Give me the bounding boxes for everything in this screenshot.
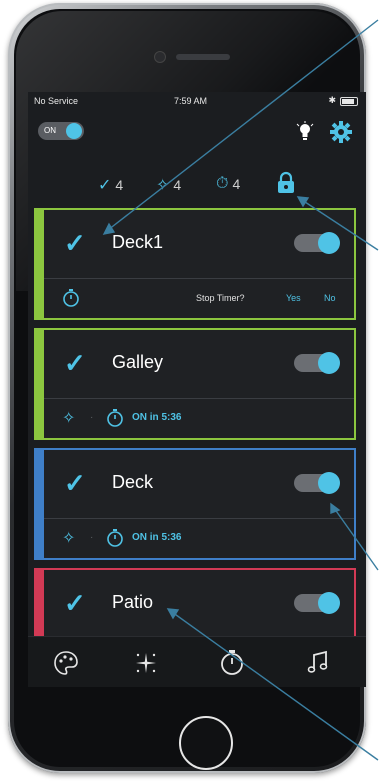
checked-stat: ✓ 4 xyxy=(98,175,123,195)
timer-icon[interactable] xyxy=(218,649,246,677)
music-icon[interactable] xyxy=(304,649,332,677)
gear-icon[interactable] xyxy=(330,121,352,143)
stop-timer-no-button[interactable]: No xyxy=(324,293,336,303)
front-camera xyxy=(154,51,166,63)
timer-icon[interactable] xyxy=(106,409,124,427)
zone-card-deck[interactable]: ✓ Deck ✧ · ON in 5:36 xyxy=(34,448,356,560)
master-power-toggle[interactable]: ON xyxy=(38,122,84,140)
power-toggle-knob xyxy=(66,123,82,139)
zone-timer-row: ✧ · ON in 5:36 xyxy=(62,408,344,430)
sparkle-icon: ✧ xyxy=(156,177,170,194)
zone-timer-row: Stop Timer? Yes No xyxy=(62,288,344,310)
zone-select-check-icon[interactable]: ✓ xyxy=(64,468,86,499)
zone-power-toggle[interactable] xyxy=(294,352,340,374)
zone-timer-text: ON in 5:36 xyxy=(132,412,182,423)
timers-stat: ⏱ 4 xyxy=(216,175,240,193)
toggle-knob xyxy=(318,472,340,494)
bottom-tab-bar xyxy=(28,636,366,687)
power-toggle-label: ON xyxy=(44,126,56,135)
toggle-knob xyxy=(318,232,340,254)
zone-divider xyxy=(44,278,354,279)
timer-icon[interactable] xyxy=(62,289,80,307)
effects-stat: ✧ 4 xyxy=(156,175,181,195)
sparkle-icon[interactable]: ✧ xyxy=(62,408,82,428)
checked-count: 4 xyxy=(115,177,124,193)
zone-color-stripe xyxy=(34,208,44,320)
zone-divider xyxy=(44,518,354,519)
stop-timer-yes-button[interactable]: Yes xyxy=(286,293,301,303)
separator-dot: · xyxy=(90,532,94,543)
zone-color-stripe xyxy=(34,328,44,440)
toggle-knob xyxy=(318,592,340,614)
sparkle-icon[interactable]: ✧ xyxy=(62,528,82,548)
effects-count: 4 xyxy=(173,177,182,193)
palette-icon[interactable] xyxy=(52,649,80,677)
timer-icon: ⏱ xyxy=(216,175,229,192)
battery-icon xyxy=(340,97,358,106)
zone-name: Deck1 xyxy=(112,232,164,252)
lock-icon[interactable] xyxy=(276,171,296,195)
stop-timer-prompt: Stop Timer? xyxy=(196,293,245,303)
home-button[interactable] xyxy=(179,716,233,770)
zone-select-check-icon[interactable]: ✓ xyxy=(64,588,86,619)
timers-count: 4 xyxy=(232,176,241,192)
separator-dot: · xyxy=(90,412,94,423)
check-icon: ✓ xyxy=(98,177,112,194)
zone-color-stripe xyxy=(34,448,44,560)
status-bar: No Service 7:59 AM ✱ xyxy=(28,92,366,110)
zone-name: Deck xyxy=(112,472,154,492)
zone-timer-text: ON in 5:36 xyxy=(132,532,182,543)
carrier-label: No Service xyxy=(34,96,79,106)
zone-card-deck1[interactable]: ✓ Deck1 Stop Timer? Yes No xyxy=(34,208,356,320)
app-screen: No Service 7:59 AM ✱ ON ✓ 4 ✧ 4 ⏱ 4 ✓ De… xyxy=(28,92,366,687)
earpiece-speaker xyxy=(176,54,230,60)
zone-power-toggle[interactable] xyxy=(294,232,340,254)
timer-icon[interactable] xyxy=(106,529,124,547)
zone-divider xyxy=(44,398,354,399)
zone-select-check-icon[interactable]: ✓ xyxy=(64,348,86,379)
zone-name: Galley xyxy=(112,352,164,372)
bluetooth-icon: ✱ xyxy=(328,95,336,105)
lightbulb-icon[interactable] xyxy=(294,121,316,143)
zone-name: Patio xyxy=(112,592,154,612)
clock-label: 7:59 AM xyxy=(174,96,208,106)
zone-select-check-icon[interactable]: ✓ xyxy=(64,228,86,259)
toggle-knob xyxy=(318,352,340,374)
zone-power-toggle[interactable] xyxy=(294,472,340,494)
zone-card-galley[interactable]: ✓ Galley ✧ · ON in 5:36 xyxy=(34,328,356,440)
zone-power-toggle[interactable] xyxy=(294,592,340,614)
zone-timer-row: ✧ · ON in 5:36 xyxy=(62,528,344,550)
sparkle-icon[interactable] xyxy=(132,649,160,677)
